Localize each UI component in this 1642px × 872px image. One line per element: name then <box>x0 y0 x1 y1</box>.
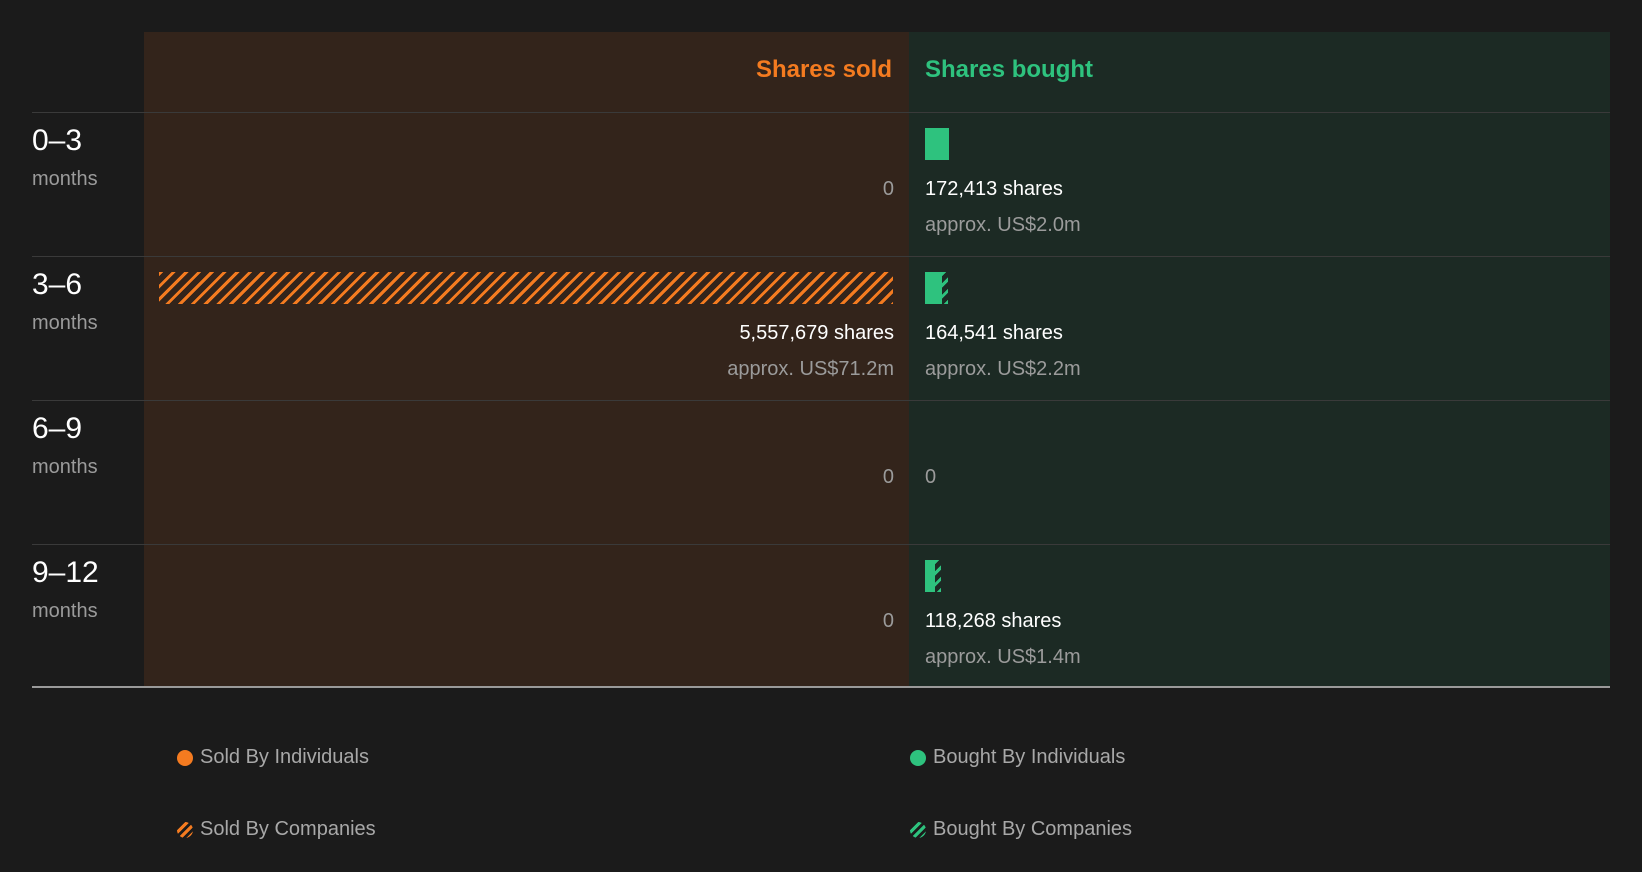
sold-value-9-12: 0 <box>882 610 894 632</box>
legend-label: Bought By Individuals <box>933 746 1126 768</box>
row-label-3-6: 3–6 months <box>32 267 98 337</box>
sold-value-6-9: 0 <box>882 466 894 488</box>
legend-dot-icon <box>177 750 193 766</box>
bought-individuals-bar-3-6 <box>925 272 943 304</box>
bought-companies-bar-9-12 <box>935 560 942 592</box>
bought-individuals-bar-0-3 <box>925 128 949 160</box>
row-unit: months <box>32 456 98 478</box>
sold-companies-bar-3-6 <box>159 272 893 304</box>
row-label-6-9: 6–9 months <box>32 411 98 481</box>
row-label-9-12: 9–12 months <box>32 555 99 625</box>
legend-hatched-dot-icon <box>177 822 193 838</box>
shares-bought-header: Shares bought <box>925 56 1094 83</box>
row-unit: months <box>32 600 98 622</box>
legend-hatched-dot-icon <box>910 822 926 838</box>
bought-value-0-3: 172,413 shares approx. US$2.0m <box>925 176 1081 238</box>
row-range: 0–3 <box>32 124 83 157</box>
row-unit: months <box>32 312 98 334</box>
bought-value-3-6: 164,541 shares approx. US$2.2m <box>925 320 1081 382</box>
legend-bought-companies: Bought By Companies <box>910 816 1133 842</box>
bought-shares: 172,413 shares <box>925 178 1063 200</box>
bought-approx: approx. US$2.0m <box>925 214 1081 236</box>
legend-dot-icon <box>910 750 926 766</box>
shares-sold-header: Shares sold <box>755 56 892 83</box>
row-divider <box>32 256 1610 257</box>
row-range: 9–12 <box>32 556 99 589</box>
legend-sold-individuals: Sold By Individuals <box>177 744 369 770</box>
row-divider <box>32 400 1610 401</box>
sold-value-0-3: 0 <box>882 178 894 200</box>
row-label-0-3: 0–3 months <box>32 123 98 193</box>
bought-approx: approx. US$1.4m <box>925 646 1081 668</box>
sold-shares: 5,557,679 shares <box>739 322 894 344</box>
legend-label: Bought By Companies <box>933 818 1133 840</box>
bought-companies-bar-3-6 <box>942 272 948 304</box>
bought-approx: approx. US$2.2m <box>925 358 1081 380</box>
bought-individuals-bar-9-12 <box>925 560 936 592</box>
legend-bought-individuals: Bought By Individuals <box>910 744 1126 770</box>
legend-sold-companies: Sold By Companies <box>177 816 376 842</box>
bought-shares: 164,541 shares <box>925 322 1063 344</box>
legend-label: Sold By Companies <box>200 818 376 840</box>
chart-bottom-axis <box>32 686 1610 688</box>
legend-label: Sold By Individuals <box>200 746 369 768</box>
row-range: 3–6 <box>32 268 83 301</box>
bought-value-6-9: 0 <box>925 466 937 488</box>
sold-value-3-6: 5,557,679 shares approx. US$71.2m <box>727 320 894 382</box>
row-range: 6–9 <box>32 412 83 445</box>
row-unit: months <box>32 168 98 190</box>
row-divider <box>32 112 1610 113</box>
bought-value-9-12: 118,268 shares approx. US$1.4m <box>925 608 1081 670</box>
sold-approx: approx. US$71.2m <box>727 358 894 380</box>
bought-shares: 118,268 shares <box>925 610 1062 632</box>
row-divider <box>32 544 1610 545</box>
